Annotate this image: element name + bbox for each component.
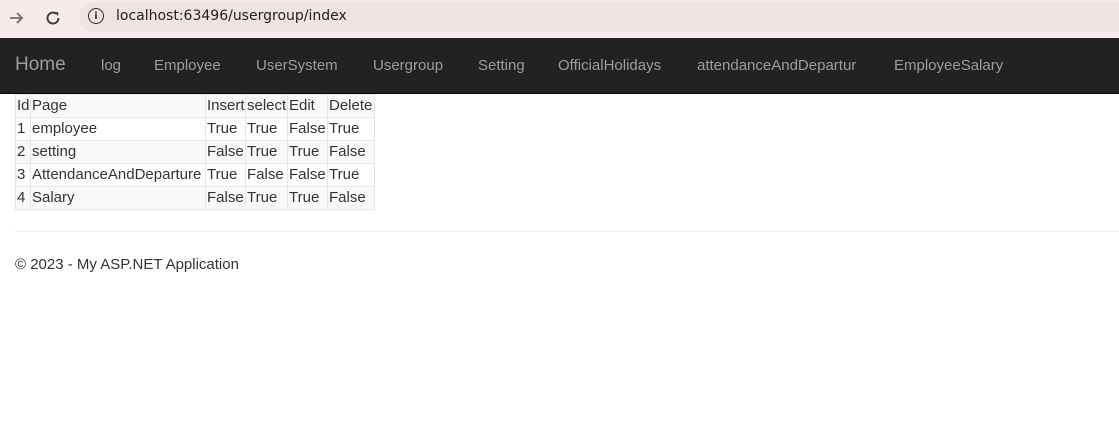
url-text[interactable]: localhost:63496/usergroup/index: [116, 7, 347, 25]
footer-copyright: © 2023 - My ASP.NET Application: [15, 256, 239, 273]
nav-link-employee[interactable]: Employee: [154, 57, 221, 75]
column-header-insert: Insert: [205, 94, 246, 118]
cell-page: employee: [30, 117, 206, 141]
column-header-page: Page: [30, 94, 206, 118]
cell-edit: False: [287, 163, 328, 187]
table-row: 2 setting False True True False: [15, 140, 375, 164]
back-arrow-icon[interactable]: [3, 4, 31, 32]
table-row: 4 Salary False True True False: [15, 186, 375, 210]
nav-link-employeesalary[interactable]: EmployeeSalary: [894, 57, 1003, 75]
nav-link-setting[interactable]: Setting: [478, 57, 525, 75]
nav-link-attendance[interactable]: attendanceAndDepartur: [697, 57, 856, 75]
address-bar[interactable]: i localhost:63496/usergroup/index: [79, 2, 1119, 32]
table-row: 1 employee True True False True: [15, 117, 375, 141]
column-header-edit: Edit: [287, 94, 328, 118]
cell-delete: False: [327, 186, 375, 210]
cell-page: setting: [30, 140, 206, 164]
cell-edit: True: [287, 140, 328, 164]
cell-delete: True: [327, 163, 375, 187]
cell-select: False: [245, 163, 288, 187]
cell-id: 1: [15, 117, 31, 141]
table-row: 3 AttendanceAndDeparture True False Fals…: [15, 163, 375, 187]
usergroup-table: Id Page Insert select Edit Delete 1 empl…: [15, 94, 375, 210]
cell-page: AttendanceAndDeparture: [30, 163, 206, 187]
table-header-row: Id Page Insert select Edit Delete: [15, 94, 375, 118]
nav-link-log[interactable]: log: [101, 57, 121, 75]
site-info-icon[interactable]: i: [88, 8, 104, 24]
footer-divider: [15, 231, 1119, 232]
home-brand-link[interactable]: Home: [15, 54, 66, 76]
cell-delete: True: [327, 117, 375, 141]
cell-insert: False: [205, 186, 246, 210]
nav-link-officialholidays[interactable]: OfficialHolidays: [558, 57, 661, 75]
cell-edit: False: [287, 117, 328, 141]
reload-icon[interactable]: [39, 4, 67, 32]
cell-edit: True: [287, 186, 328, 210]
cell-select: True: [245, 140, 288, 164]
cell-id: 2: [15, 140, 31, 164]
cell-select: True: [245, 117, 288, 141]
cell-insert: True: [205, 163, 246, 187]
cell-page: Salary: [30, 186, 206, 210]
column-header-delete: Delete: [327, 94, 375, 118]
cell-id: 3: [15, 163, 31, 187]
nav-link-usersystem[interactable]: UserSystem: [256, 57, 338, 75]
cell-delete: False: [327, 140, 375, 164]
column-header-id: Id: [15, 94, 31, 118]
cell-insert: True: [205, 117, 246, 141]
column-header-select: select: [245, 94, 288, 118]
nav-link-usergroup[interactable]: Usergroup: [373, 57, 443, 75]
cell-insert: False: [205, 140, 246, 164]
cell-select: True: [245, 186, 288, 210]
app-navbar: Home log Employee UserSystem Usergroup S…: [0, 38, 1119, 94]
cell-id: 4: [15, 186, 31, 210]
browser-toolbar: i localhost:63496/usergroup/index: [0, 0, 1119, 38]
